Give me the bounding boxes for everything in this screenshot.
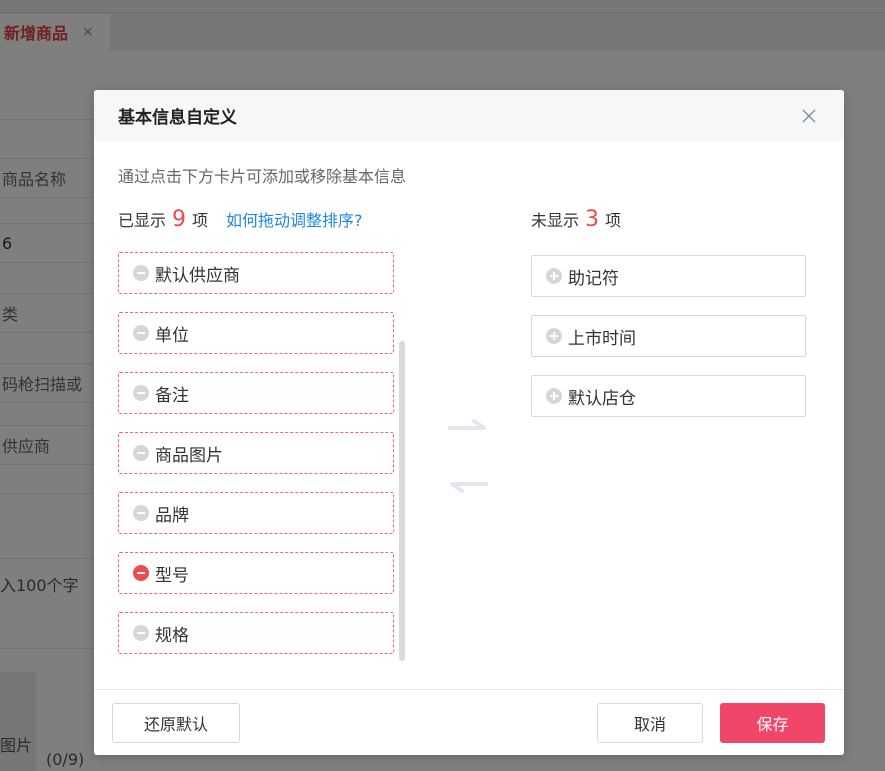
custom-info-dialog: 基本信息自定义 通过点击下方卡片可添加或移除基本信息 已显示 9 项 如何拖动调…: [94, 90, 844, 755]
save-button[interactable]: 保存: [720, 703, 825, 743]
hidden-column-header: 未显示 3 项: [531, 207, 621, 231]
cancel-button[interactable]: 取消: [597, 703, 703, 743]
remove-icon: [133, 325, 149, 341]
shown-card-default-supplier[interactable]: 默认供应商: [118, 252, 394, 294]
card-label: 品牌: [155, 505, 189, 526]
card-label: 单位: [155, 325, 189, 346]
hidden-count: 3: [585, 207, 600, 232]
hidden-card-launch-time[interactable]: 上市时间: [531, 315, 806, 357]
shown-card-remark[interactable]: 备注: [118, 372, 394, 414]
shown-card-unit[interactable]: 单位: [118, 312, 394, 354]
hidden-card-default-warehouse[interactable]: 默认店仓: [531, 375, 806, 417]
sort-help-link[interactable]: 如何拖动调整排序?: [226, 207, 363, 231]
shown-card-brand[interactable]: 品牌: [118, 492, 394, 534]
shown-label: 已显示: [118, 211, 167, 230]
arrow-right-icon: [448, 419, 486, 430]
dialog-header: 基本信息自定义: [94, 90, 844, 141]
card-label: 型号: [155, 565, 189, 586]
card-label: 默认供应商: [155, 265, 240, 286]
shown-list-scrollbar[interactable]: [399, 341, 405, 661]
card-label: 助记符: [568, 268, 619, 289]
hidden-label: 未显示: [531, 211, 580, 230]
card-label: 默认店仓: [568, 388, 636, 409]
remove-icon: [133, 445, 149, 461]
card-label: 上市时间: [568, 328, 636, 349]
dialog-description: 通过点击下方卡片可添加或移除基本信息: [118, 167, 407, 186]
shown-count: 9: [172, 207, 187, 232]
remove-icon-active: [133, 565, 149, 581]
add-icon: [546, 328, 562, 344]
card-label: 商品图片: [155, 445, 223, 466]
shown-column-header: 已显示 9 项 如何拖动调整排序?: [118, 207, 363, 231]
card-label: 规格: [155, 625, 189, 646]
remove-icon: [133, 505, 149, 521]
arrow-left-icon: [450, 482, 488, 493]
remove-icon: [133, 265, 149, 281]
add-icon: [546, 388, 562, 404]
close-icon[interactable]: [800, 107, 818, 125]
shown-card-product-image[interactable]: 商品图片: [118, 432, 394, 474]
card-label: 备注: [155, 385, 189, 406]
remove-icon: [133, 385, 149, 401]
add-icon: [546, 268, 562, 284]
shown-card-model[interactable]: 型号: [118, 552, 394, 594]
shown-card-spec[interactable]: 规格: [118, 612, 394, 654]
hidden-card-mnemonic[interactable]: 助记符: [531, 255, 806, 297]
reset-default-button[interactable]: 还原默认: [112, 703, 240, 743]
dialog-footer: 还原默认 取消 保存: [94, 689, 844, 755]
dialog-title: 基本信息自定义: [118, 108, 237, 128]
remove-icon: [133, 625, 149, 641]
hidden-suffix: 项: [605, 211, 622, 230]
shown-suffix: 项: [192, 211, 209, 230]
